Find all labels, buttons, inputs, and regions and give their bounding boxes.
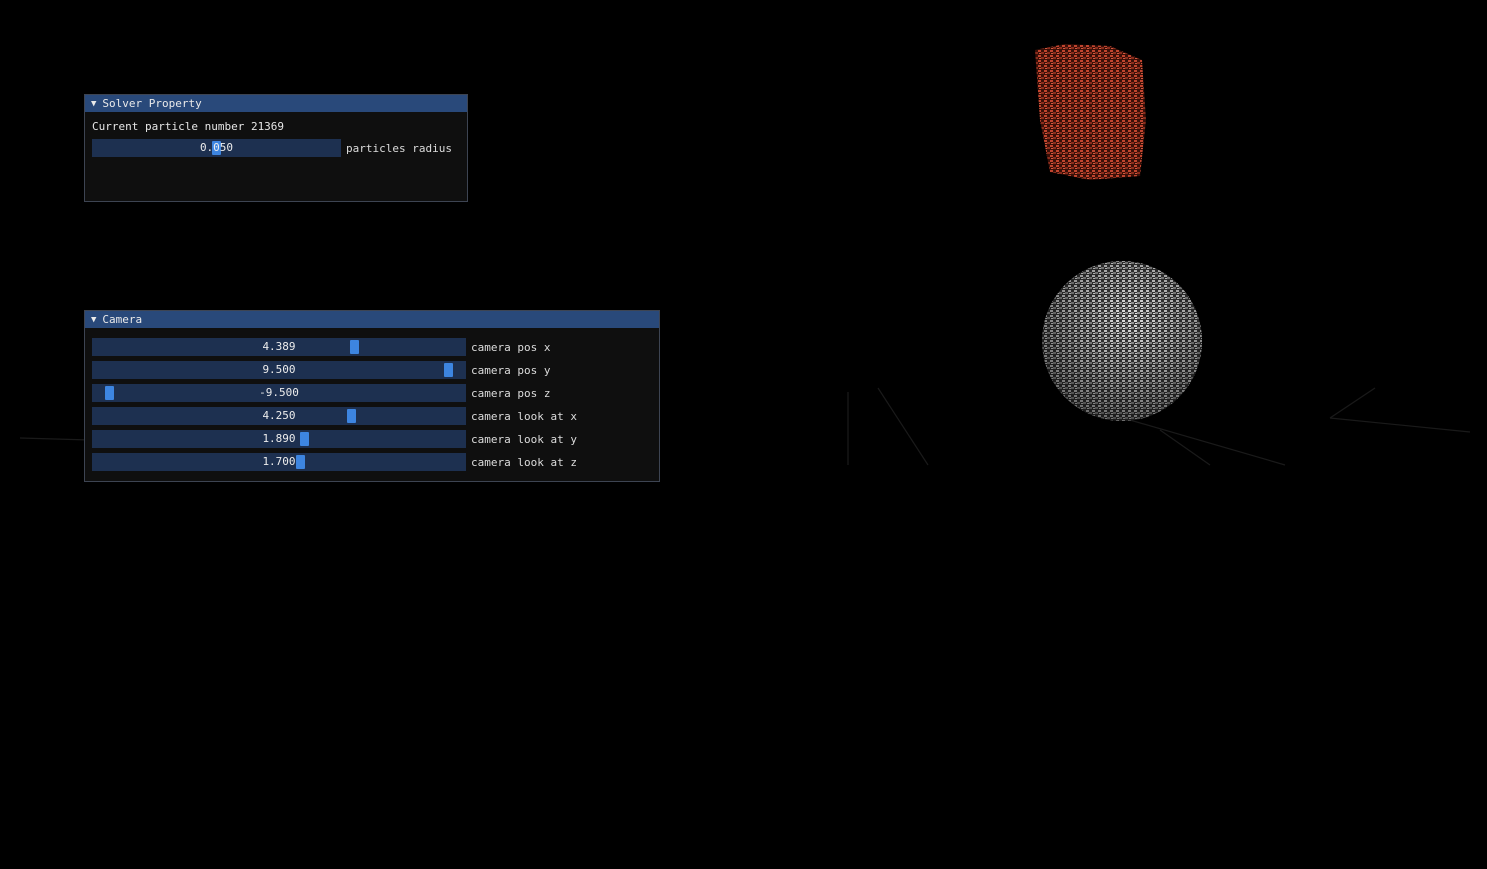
- camera-slider[interactable]: 1.890: [92, 430, 466, 448]
- slider-label: particles radius: [346, 141, 452, 155]
- collapse-triangle-icon[interactable]: ▼: [91, 99, 96, 109]
- slider-value: 0.050: [199, 141, 234, 154]
- fluid-cube-particles: [1035, 44, 1146, 180]
- slider-label: camera look at z: [471, 455, 577, 469]
- camera-slider[interactable]: -9.500: [92, 384, 466, 402]
- solver-property-window[interactable]: ▼ Solver Property Current particle numbe…: [84, 94, 468, 202]
- camera-slider-row[interactable]: 1.890 camera look at y: [92, 430, 577, 448]
- camera-slider[interactable]: 4.250: [92, 407, 466, 425]
- particle-count-text: Current particle number 21369: [92, 120, 285, 133]
- particles-radius-slider[interactable]: 0.050: [92, 139, 341, 157]
- slider-label: camera look at y: [471, 432, 577, 446]
- particles-radius-row[interactable]: 0.050 particles radius: [92, 139, 452, 157]
- camera-slider-row[interactable]: 4.389 camera pos x: [92, 338, 550, 356]
- sphere-particles: [1042, 261, 1202, 421]
- slider-value: 9.500: [262, 363, 296, 376]
- camera-slider-row[interactable]: -9.500 camera pos z: [92, 384, 550, 402]
- slider-label: camera look at x: [471, 409, 577, 423]
- slider-label: camera pos y: [471, 363, 551, 377]
- camera-slider[interactable]: 9.500: [92, 361, 466, 379]
- window-title: Solver Property: [102, 97, 202, 110]
- collapse-triangle-icon[interactable]: ▼: [91, 315, 96, 325]
- slider-value: -9.500: [259, 386, 299, 399]
- camera-slider-row[interactable]: 1.700 camera look at z: [92, 453, 577, 471]
- camera-slider-row[interactable]: 4.250 camera look at x: [92, 407, 577, 425]
- window-title: Camera: [102, 313, 143, 326]
- slider-label: camera pos z: [471, 386, 551, 400]
- solver-title-bar[interactable]: ▼ Solver Property: [85, 95, 467, 112]
- camera-title-bar[interactable]: ▼ Camera: [85, 311, 659, 328]
- slider-value: 1.890: [262, 432, 296, 445]
- camera-slider-row[interactable]: 9.500 camera pos y: [92, 361, 550, 379]
- slider-value: 1.700: [262, 455, 296, 468]
- slider-value: 4.250: [262, 409, 296, 422]
- slider-label: camera pos x: [471, 340, 551, 354]
- camera-window[interactable]: ▼ Camera 4.389 camera pos x 9.500 camera po…: [84, 310, 660, 482]
- slider-value: 4.389: [262, 340, 296, 353]
- camera-slider[interactable]: 1.700: [92, 453, 466, 471]
- camera-slider[interactable]: 4.389: [92, 338, 466, 356]
